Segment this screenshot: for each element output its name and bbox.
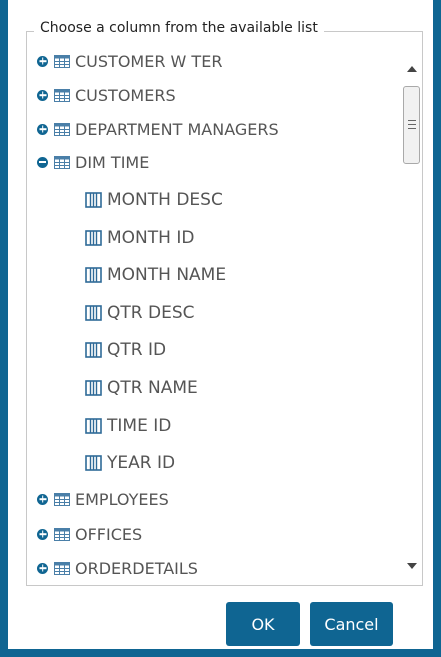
tree-item-label: YEAR ID: [107, 453, 176, 473]
tree-table-row[interactable]: CUSTOMER W TER: [37, 45, 222, 77]
cancel-button[interactable]: Cancel: [310, 602, 393, 646]
column-icon: [85, 455, 102, 471]
tree-column-row[interactable]: YEAR ID: [85, 447, 175, 479]
tree-column-row[interactable]: QTR ID: [85, 334, 166, 366]
table-icon: [54, 122, 70, 136]
tree-column-row[interactable]: MONTH DESC: [85, 184, 223, 216]
tree-column-row[interactable]: MONTH ID: [85, 222, 194, 254]
tree-table-row[interactable]: OFFICES: [37, 518, 142, 550]
tree-table-row[interactable]: ORDERDETAILS: [37, 552, 198, 584]
tree-item-label: ORDERDETAILS: [75, 558, 198, 578]
scroll-up-arrow-icon[interactable]: [407, 66, 417, 72]
column-icon: [85, 192, 102, 208]
tree-column-row[interactable]: MONTH NAME: [85, 259, 226, 291]
grip-line: [408, 120, 416, 121]
tree-item-label: MONTH ID: [107, 228, 195, 248]
tree-item-label: MONTH NAME: [107, 265, 227, 285]
expand-icon[interactable]: [37, 123, 48, 135]
column-icon: [85, 267, 102, 283]
tree-item-label: CUSTOMERS: [75, 85, 176, 105]
column-tree[interactable]: CUSTOMER W TER CUSTOMERS DEPARTMENT MANA…: [37, 45, 397, 585]
tree-table-row[interactable]: DIM TIME: [37, 146, 149, 178]
expand-icon[interactable]: [37, 89, 48, 101]
column-icon: [85, 342, 102, 358]
column-chooser-dialog: CUSTOMER W TER CUSTOMERS DEPARTMENT MANA…: [0, 0, 441, 657]
tree-column-row[interactable]: QTR NAME: [85, 372, 198, 404]
column-icon: [85, 418, 102, 434]
tree-item-label: DIM TIME: [75, 152, 150, 172]
expand-icon[interactable]: [37, 562, 48, 574]
tree-item-label: TIME ID: [107, 416, 172, 436]
tree-item-label: OFFICES: [75, 524, 143, 544]
column-icon: [85, 305, 102, 321]
tree-item-label: QTR DESC: [107, 303, 195, 323]
expand-icon[interactable]: [37, 55, 48, 67]
tree-item-label: DEPARTMENT MANAGERS: [75, 119, 279, 139]
panel-legend: Choose a column from the available list: [34, 20, 324, 36]
collapse-icon[interactable]: [37, 156, 48, 168]
grip-line: [408, 128, 416, 129]
table-icon: [54, 492, 70, 506]
table-icon: [54, 54, 70, 68]
expand-icon[interactable]: [37, 493, 48, 505]
table-icon: [54, 88, 70, 102]
tree-column-row[interactable]: TIME ID: [85, 410, 171, 442]
column-list-panel: CUSTOMER W TER CUSTOMERS DEPARTMENT MANA…: [26, 31, 423, 586]
table-icon: [54, 527, 70, 541]
expand-icon[interactable]: [37, 528, 48, 540]
grip-line: [408, 124, 416, 125]
tree-item-label: EMPLOYEES: [75, 489, 169, 509]
tree-item-label: MONTH DESC: [107, 190, 223, 210]
ok-button[interactable]: OK: [226, 602, 300, 646]
table-icon: [54, 561, 70, 575]
table-icon: [54, 155, 70, 169]
tree-table-row[interactable]: CUSTOMERS: [37, 79, 176, 111]
vertical-scrollbar[interactable]: [402, 35, 422, 583]
tree-column-row[interactable]: QTR DESC: [85, 297, 194, 329]
tree-item-label: QTR NAME: [107, 378, 198, 398]
tree-table-row[interactable]: EMPLOYEES: [37, 483, 169, 515]
tree-item-label: CUSTOMER W TER: [75, 51, 223, 71]
column-icon: [85, 230, 102, 246]
tree-item-label: QTR ID: [107, 340, 167, 360]
column-icon: [85, 380, 102, 396]
scroll-down-arrow-icon[interactable]: [407, 563, 417, 569]
tree-table-row[interactable]: DEPARTMENT MANAGERS: [37, 113, 279, 145]
scroll-thumb[interactable]: [403, 86, 420, 164]
